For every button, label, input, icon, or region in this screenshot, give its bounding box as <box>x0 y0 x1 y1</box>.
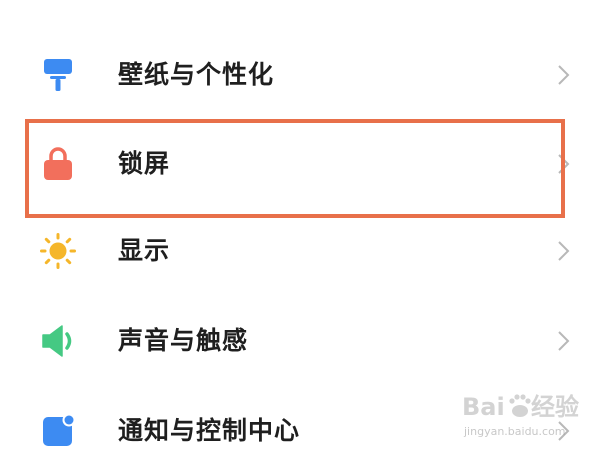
chevron-right-icon <box>556 240 570 262</box>
wallpaper-icon <box>40 57 76 93</box>
setting-item-sound[interactable]: 声音与触感 <box>0 296 600 386</box>
notification-icon <box>40 413 76 449</box>
chevron-right-icon <box>556 330 570 352</box>
setting-item-label: 壁纸与个性化 <box>118 60 275 89</box>
setting-item-lock-screen[interactable]: 锁屏 <box>0 119 600 209</box>
setting-item-label: 显示 <box>118 236 171 265</box>
sun-icon <box>40 233 76 269</box>
chevron-right-icon <box>556 64 570 86</box>
setting-item-display[interactable]: 显示 <box>0 206 600 296</box>
setting-item-wallpaper[interactable]: 壁纸与个性化 <box>0 30 600 120</box>
speaker-icon <box>40 323 76 359</box>
chevron-right-icon <box>556 153 570 175</box>
chevron-right-icon <box>556 420 570 442</box>
setting-item-label: 通知与控制中心 <box>118 416 301 445</box>
lock-icon <box>40 146 76 182</box>
settings-list: 壁纸与个性化 锁屏 显示 声音与触感 通知与控制中心 <box>0 0 600 450</box>
setting-item-notifications[interactable]: 通知与控制中心 <box>0 386 600 476</box>
setting-item-label: 声音与触感 <box>118 326 249 355</box>
setting-item-label: 锁屏 <box>118 149 171 178</box>
